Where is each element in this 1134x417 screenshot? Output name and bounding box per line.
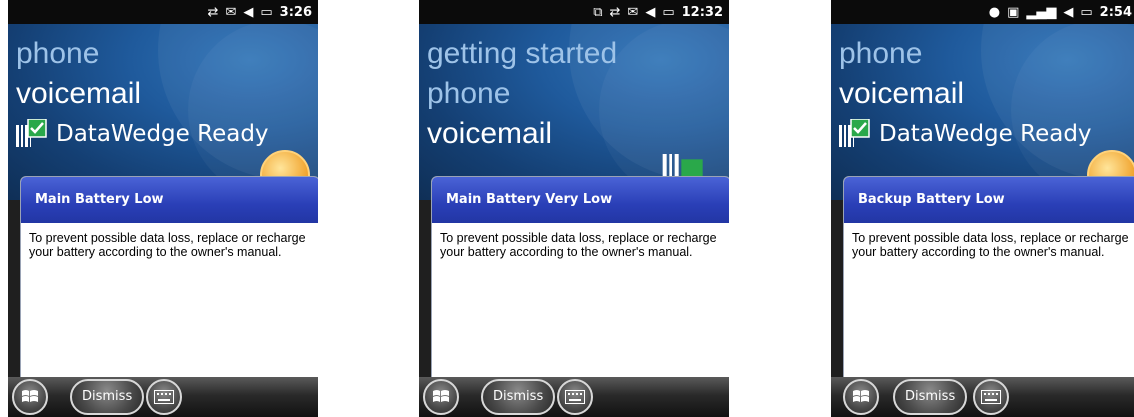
datawedge-icon [16,119,47,147]
notification-title: Main Battery Low [21,177,318,223]
status-bar[interactable]: ⧉ ⇄ ✉ ◀ ▭ 12:32 [419,0,729,24]
device-screen-2: ⧉ ⇄ ✉ ◀ ▭ 12:32 getting started phone vo… [419,0,729,417]
keyboard-button[interactable] [146,379,182,415]
softkey-bar: Dismiss [831,377,1134,417]
windows-start-icon [433,390,449,402]
connectivity-icon: ⇄ [609,4,621,20]
home-item-getting-started[interactable]: getting started [427,34,617,74]
start-button[interactable] [12,379,48,415]
windows-start-icon [853,390,869,402]
volume-icon: ◀ [645,4,656,20]
keyboard-icon [981,390,1001,404]
home-item-phone[interactable]: phone [16,34,269,74]
notification-dialog: Main Battery Low To prevent possible dat… [20,176,318,378]
battery-low-icon: ▭ [260,4,273,20]
connectivity-icon: ⇄ [207,4,219,20]
sync-icon: ⧉ [593,4,603,20]
status-time: 2:54 [1099,4,1132,20]
keyboard-icon [154,390,174,404]
notification-message: To prevent possible data loss, replace o… [29,231,306,259]
softkey-bar: Dismiss [8,377,318,417]
datawedge-label: DataWedge Ready [879,121,1092,147]
start-button[interactable] [843,379,879,415]
edge-data-icon: ▣ [1007,4,1020,20]
device-screen-1: ⇄ ✉ ◀ ▭ 3:26 phone voicemail DataWedge R… [8,0,318,417]
notification-title: Backup Battery Low [844,177,1134,223]
dismiss-button[interactable]: Dismiss [481,379,556,415]
status-time: 3:26 [279,4,312,20]
volume-icon: ◀ [243,4,254,20]
battery-low-icon: ▭ [662,4,675,20]
start-button[interactable] [423,379,459,415]
volume-icon: ◀ [1063,4,1074,20]
notification-message: To prevent possible data loss, replace o… [440,231,717,259]
keyboard-icon [565,390,585,404]
notification-message: To prevent possible data loss, replace o… [852,231,1129,259]
signal-strength-icon: ▂▄▆ [1026,4,1057,20]
home-item-voicemail[interactable]: voicemail [427,114,617,154]
notification-title: Main Battery Very Low [432,177,729,223]
battery-icon: ▭ [1080,4,1093,20]
softkey-bar: Dismiss [419,377,729,417]
device-screen-3: ● ▣ ▂▄▆ ◀ ▭ 2:54 phone voicemail DataWed… [831,0,1134,417]
keyboard-button[interactable] [973,379,1009,415]
status-time: 12:32 [681,4,723,20]
keyboard-button[interactable] [557,379,593,415]
home-item-phone[interactable]: phone [839,34,1092,74]
alert-icon: ● [988,4,1001,20]
notification-dialog: Backup Battery Low To prevent possible d… [843,176,1134,378]
notification-dialog: Main Battery Very Low To prevent possibl… [431,176,729,378]
message-icon: ✉ [627,4,639,20]
home-item-voicemail[interactable]: voicemail [839,74,1092,114]
dismiss-button[interactable]: Dismiss [893,379,968,415]
datawedge-icon [839,119,870,147]
status-bar[interactable]: ● ▣ ▂▄▆ ◀ ▭ 2:54 [831,0,1134,24]
datawedge-item[interactable]: DataWedge Ready [16,114,269,154]
message-icon: ✉ [225,4,237,20]
home-item-voicemail[interactable]: voicemail [16,74,269,114]
windows-start-icon [22,390,38,402]
dismiss-button[interactable]: Dismiss [70,379,145,415]
home-item-phone[interactable]: phone [427,74,617,114]
datawedge-label: DataWedge Ready [56,121,269,147]
datawedge-item[interactable]: DataWedge Ready [839,114,1092,154]
status-bar[interactable]: ⇄ ✉ ◀ ▭ 3:26 [8,0,318,24]
